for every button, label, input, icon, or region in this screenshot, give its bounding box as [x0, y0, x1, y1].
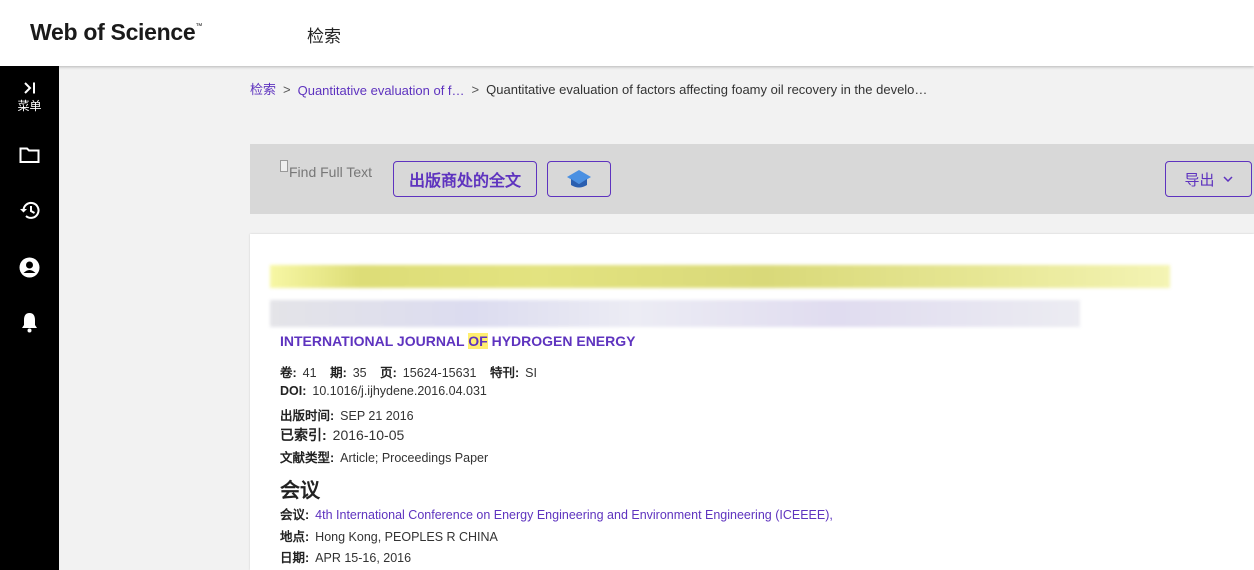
special-issue-label: 特刊:: [489, 366, 520, 380]
publication-date-row: 出版时间: SEP 21 2016: [280, 405, 414, 424]
nav-search-link[interactable]: 检索: [307, 22, 341, 47]
export-dropdown-button[interactable]: 导出: [1165, 161, 1252, 197]
conference-date-row: 日期: APR 15-16, 2016: [280, 547, 411, 566]
volume-issue-row: 卷: 41 期: 35 页: 15624-15631 特刊: SI: [280, 362, 537, 381]
volume-value: 41: [302, 366, 317, 380]
conference-location-row: 地点: Hong Kong, PEOPLES R CHINA: [280, 526, 498, 545]
issue-label: 期:: [330, 366, 347, 380]
expand-icon: [23, 82, 35, 94]
doi-row: DOI: 10.1016/j.ijhydene.2016.04.031: [280, 384, 487, 398]
journal-link[interactable]: INTERNATIONAL JOURNAL OF HYDROGEN ENERGY: [280, 333, 636, 349]
indexed-value: 2016-10-05: [332, 427, 405, 443]
breadcrumb-separator: >: [471, 82, 480, 97]
full-text-toolbar: Find Full Text 出版商处的全文 导出: [250, 144, 1254, 214]
sidebar-menu-button[interactable]: 菜单: [0, 82, 59, 114]
journal-text-1: INTERNATIONAL JOURNAL: [280, 333, 469, 349]
conference-heading: 会议: [280, 480, 320, 502]
account-icon: [19, 257, 40, 278]
redacted-authors: [270, 300, 1080, 327]
journal-text-2: HYDROGEN ENERGY: [487, 333, 636, 349]
menu-label: 菜单: [17, 99, 42, 113]
publication-date-label: 出版时间:: [280, 409, 335, 423]
document-type-label: 文献类型:: [280, 451, 335, 465]
web-of-science-logo[interactable]: Web of Science™: [30, 19, 202, 46]
pages-value: 15624-15631: [402, 366, 477, 380]
bell-icon: [22, 313, 37, 333]
breadcrumb-separator: >: [283, 82, 291, 97]
breadcrumb-search[interactable]: 检索: [250, 82, 276, 97]
conference-label: 会议:: [280, 508, 310, 522]
doi-value: 10.1016/j.ijhydene.2016.04.031: [312, 384, 487, 398]
date-value: APR 15-16, 2016: [315, 551, 412, 565]
breadcrumb: 检索 > Quantitative evaluation of f… > Quantit…: [250, 79, 927, 98]
graduation-cap-icon: [567, 170, 591, 188]
academic-link-button[interactable]: [547, 161, 611, 197]
conference-name-row: 会议: 4th International Conference on Energ…: [280, 504, 833, 523]
find-full-text-alt: Find Full Text: [289, 164, 372, 180]
publisher-full-text-button[interactable]: 出版商处的全文: [393, 161, 537, 197]
trademark: ™: [195, 23, 203, 30]
record-card: INTERNATIONAL JOURNAL OF HYDROGEN ENERGY…: [250, 234, 1254, 570]
history-icon: [19, 201, 39, 219]
volume-label: 卷:: [280, 366, 297, 380]
breadcrumb-parent-record[interactable]: Quantitative evaluation of f…: [298, 83, 465, 98]
publication-date-value: SEP 21 2016: [340, 409, 414, 423]
chevron-down-icon: [1222, 176, 1233, 182]
date-label: 日期:: [280, 551, 310, 565]
document-type-value: Article; Proceedings Paper: [340, 451, 489, 465]
export-label: 导出: [1184, 171, 1215, 189]
sidebar-folder-button[interactable]: [0, 146, 59, 164]
folder-icon: [19, 147, 40, 163]
redacted-title: [270, 265, 1170, 288]
sidebar-alerts-button[interactable]: [0, 312, 59, 333]
sidebar-account-button[interactable]: [0, 257, 59, 278]
pages-label: 页:: [380, 366, 397, 380]
conference-link[interactable]: 4th International Conference on Energy E…: [315, 508, 833, 522]
indexed-row: 已索引: 2016-10-05: [280, 425, 404, 445]
special-issue-value: SI: [525, 366, 537, 380]
doi-label: DOI:: [280, 384, 307, 398]
location-value: Hong Kong, PEOPLES R CHINA: [315, 530, 498, 544]
top-header: Web of Science™ 检索: [0, 0, 1254, 66]
location-label: 地点:: [280, 530, 310, 544]
logo-text: Web of Science: [30, 19, 196, 45]
find-full-text-link[interactable]: Find Full Text: [280, 160, 372, 180]
sidebar-history-button[interactable]: [0, 200, 59, 221]
indexed-label: 已索引:: [280, 427, 327, 443]
journal-highlight: OF: [468, 333, 488, 349]
document-type-row: 文献类型: Article; Proceedings Paper: [280, 447, 488, 466]
sidebar: 菜单: [0, 66, 59, 570]
broken-image-icon: [280, 160, 288, 172]
issue-value: 35: [352, 366, 367, 380]
breadcrumb-current: Quantitative evaluation of factors affec…: [486, 82, 928, 97]
